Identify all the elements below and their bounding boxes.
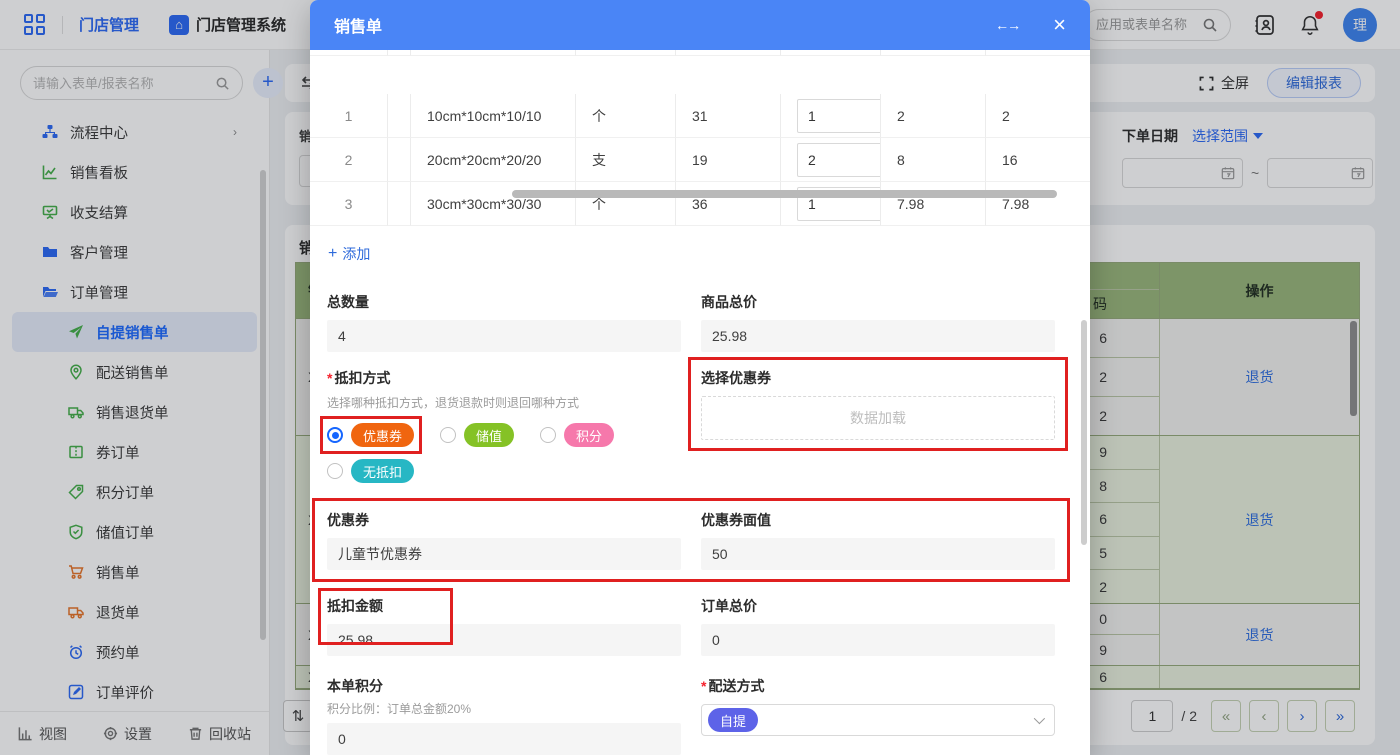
coupon-select-label: 选择优惠券 [701, 368, 1055, 388]
row-index: 3 [310, 182, 388, 226]
close-icon[interactable]: × [1053, 14, 1066, 36]
radio-option-coupon[interactable]: 优惠券 [327, 423, 414, 447]
deduct-amount-label: 抵扣金额 [327, 596, 681, 616]
spec-cell: 30cm*30cm*30/30 [411, 182, 576, 226]
modal-body: 1 10cm*10cm*10/10 个 31 2 2 2 20cm*20cm*2… [310, 50, 1090, 755]
deduct-amount-value: 25.98 [327, 624, 681, 656]
modal-header: 销售单 ←→ × [310, 0, 1090, 50]
radio-option-no-deduct[interactable]: 无抵扣 [327, 459, 414, 483]
radio-option-stored-value[interactable]: 储值 [440, 423, 514, 447]
spec-cell: 10cm*10cm*10/10 [411, 94, 576, 138]
field-points: 本单积分 积分比例：订单总金额20% 0 [327, 676, 681, 755]
modal-scrollbar[interactable] [1081, 320, 1087, 545]
no-deduct-pill: 无抵扣 [351, 459, 414, 483]
row-index: 1 [310, 94, 388, 138]
points-pill: 积分 [564, 423, 614, 447]
coupon-pill: 优惠券 [351, 423, 414, 447]
radio-unselected[interactable] [327, 463, 343, 479]
stored-value-pill: 储值 [464, 423, 514, 447]
modal-form: 总数量 4 商品总价 25.98 * 抵扣方式 选择 [310, 292, 1090, 755]
field-order-total: 订单总价 0 [701, 596, 1055, 656]
field-delivery-method: * 配送方式 自提 [701, 676, 1055, 755]
radio-selected[interactable] [327, 427, 343, 443]
order-total-value: 0 [701, 624, 1055, 656]
field-coupon-face-value: 优惠券面值 50 [701, 510, 1055, 570]
expand-horizontal-icon[interactable]: ←→ [995, 17, 1019, 33]
field-deduct-method: * 抵扣方式 选择哪种抵扣方式，退货退款时则退回哪种方式 优惠券 [327, 368, 681, 485]
amount-cell: 2 [986, 94, 1090, 138]
deduct-method-helper: 选择哪种抵扣方式，退货退款时则退回哪种方式 [327, 394, 681, 411]
annotation-box-coupon-row: 优惠券 儿童节优惠券 优惠券面值 50 [312, 498, 1070, 582]
required-star: * [327, 370, 332, 386]
total-qty-label: 总数量 [327, 292, 681, 312]
unit-cell: 个 [576, 94, 676, 138]
points-helper: 积分比例：订单总金额20% [327, 700, 681, 717]
radio-option-points[interactable]: 积分 [540, 423, 614, 447]
horizontal-scrollbar[interactable] [512, 190, 1057, 198]
field-goods-total: 商品总价 25.98 [701, 292, 1055, 352]
coupon-select-box[interactable]: 数据加载 [701, 396, 1055, 440]
add-row-button[interactable]: + 添加 [328, 244, 370, 264]
price-cell: 2 [881, 94, 986, 138]
amount-cell: 16 [986, 138, 1090, 182]
chevron-down-icon [1034, 713, 1045, 724]
stock-cell: 31 [676, 94, 781, 138]
order-total-label: 订单总价 [701, 596, 1055, 616]
annotation-box-coupon-select: 选择优惠券 数据加载 [688, 357, 1068, 451]
quantity-input[interactable] [797, 99, 881, 133]
modal-title: 销售单 [334, 13, 382, 37]
amount-cell: 7.98 [986, 182, 1090, 226]
quantity-input[interactable] [797, 143, 881, 177]
coupon-label: 优惠券 [327, 510, 681, 530]
field-deduct-amount: 抵扣金额 25.98 [327, 596, 681, 656]
coupon-value: 儿童节优惠券 [327, 538, 681, 570]
deduct-method-label: 抵扣方式 [334, 368, 390, 388]
page: 门店管理 ⌂ 门店管理系统 理 + [0, 0, 1400, 755]
row-index: 2 [310, 138, 388, 182]
total-qty-value: 4 [327, 320, 681, 352]
stock-cell: 36 [676, 182, 781, 226]
unit-cell: 支 [576, 138, 676, 182]
coupon-face-value-label: 优惠券面值 [701, 510, 1055, 530]
pickup-pill: 自提 [708, 708, 758, 732]
field-coupon-select: 选择优惠券 数据加载 [701, 368, 1055, 485]
price-cell: 8 [881, 138, 986, 182]
radio-unselected[interactable] [540, 427, 556, 443]
radio-unselected[interactable] [440, 427, 456, 443]
sales-order-modal: 销售单 ←→ × 1 10cm*10cm*10/10 个 31 2 2 2 20… [310, 0, 1090, 755]
points-label: 本单积分 [327, 676, 681, 696]
coupon-face-value: 50 [701, 538, 1055, 570]
goods-total-value: 25.98 [701, 320, 1055, 352]
goods-total-label: 商品总价 [701, 292, 1055, 312]
plus-icon: + [328, 245, 337, 263]
points-value: 0 [327, 723, 681, 755]
required-star: * [701, 678, 706, 694]
delivery-method-select[interactable]: 自提 [701, 704, 1055, 736]
product-table: 1 10cm*10cm*10/10 个 31 2 2 2 20cm*20cm*2… [310, 50, 1090, 226]
spec-cell: 20cm*20cm*20/20 [411, 138, 576, 182]
unit-cell: 个 [576, 182, 676, 226]
field-total-qty: 总数量 4 [327, 292, 681, 352]
delivery-method-label: 配送方式 [708, 676, 764, 696]
price-cell: 7.98 [881, 182, 986, 226]
field-coupon: 优惠券 儿童节优惠券 [327, 510, 681, 570]
stock-cell: 19 [676, 138, 781, 182]
